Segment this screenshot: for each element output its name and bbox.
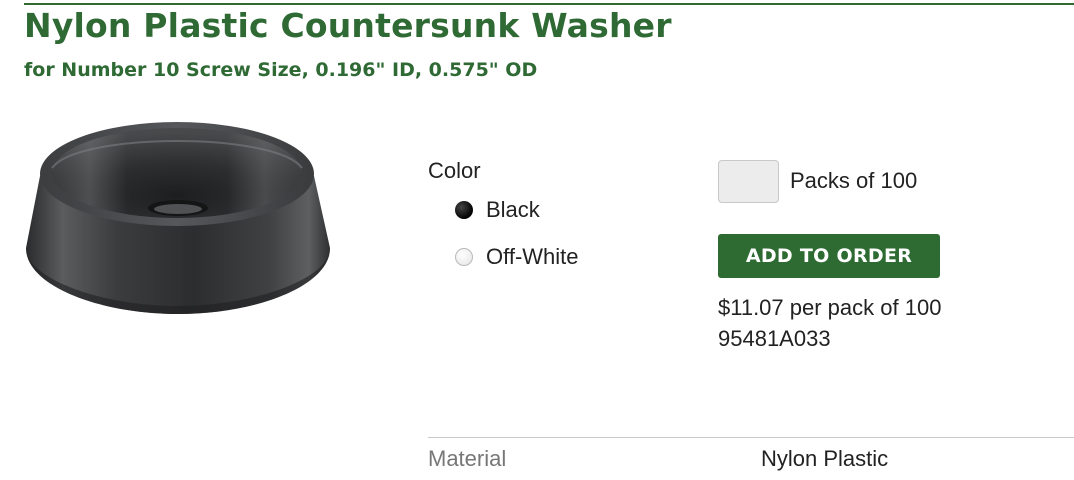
color-option-black[interactable]: Black xyxy=(455,197,540,223)
radio-unselected-icon[interactable] xyxy=(455,248,473,266)
quantity-input[interactable] xyxy=(718,160,779,203)
spec-divider xyxy=(428,437,1074,438)
top-divider xyxy=(24,3,1074,5)
part-number: 95481A033 xyxy=(718,326,831,351)
price-text: $11.07 per pack of 100 xyxy=(718,295,942,320)
product-subtitle: for Number 10 Screw Size, 0.196" ID, 0.5… xyxy=(24,59,538,81)
radio-selected-icon[interactable] xyxy=(455,201,473,219)
product-title: Nylon Plastic Countersunk Washer xyxy=(24,6,672,45)
spec-label-material: Material xyxy=(428,446,507,471)
add-to-order-button[interactable]: ADD TO ORDER xyxy=(718,234,940,278)
quantity-unit-label: Packs of 100 xyxy=(790,168,918,193)
color-label: Color xyxy=(428,158,481,183)
product-image xyxy=(26,122,330,314)
color-option-label: Off-White xyxy=(486,244,579,269)
product-page: Nylon Plastic Countersunk Washer for Num… xyxy=(0,0,1074,480)
color-option-off-white[interactable]: Off-White xyxy=(455,244,579,270)
spec-value-material: Nylon Plastic xyxy=(761,446,889,471)
color-option-label: Black xyxy=(486,197,540,222)
